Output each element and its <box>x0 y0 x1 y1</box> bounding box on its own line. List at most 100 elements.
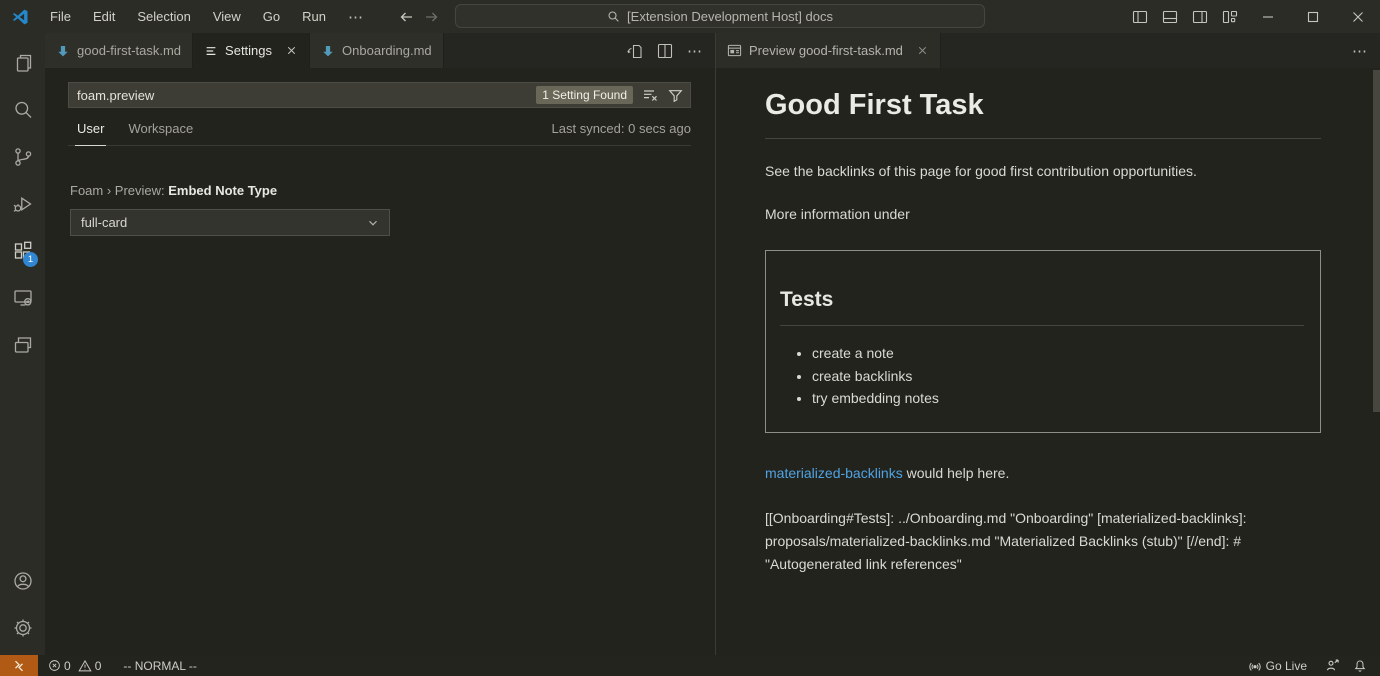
preview-scrollbar[interactable] <box>1373 70 1380 412</box>
broadcast-icon <box>1248 659 1262 673</box>
menu-more-icon[interactable]: ⋯ <box>337 3 375 31</box>
dropdown-value: full-card <box>81 215 127 230</box>
tab-label: Settings <box>225 43 272 58</box>
markdown-preview-pane: Good First Task See the backlinks of thi… <box>716 68 1380 655</box>
filter-funnel-icon[interactable] <box>668 88 683 103</box>
preview-paragraph: See the backlinks of this page for good … <box>765 161 1321 182</box>
activity-bar: 1 <box>0 33 45 655</box>
error-icon <box>48 659 61 672</box>
markdown-preview-icon <box>727 43 742 58</box>
split-editor-icon[interactable] <box>657 43 673 59</box>
settings-search-box: 1 Setting Found <box>68 82 691 108</box>
history-nav <box>398 0 440 33</box>
left-tab-bar: good-first-task.md Settings Onboarding. <box>45 33 715 68</box>
live-share-icon[interactable] <box>1325 658 1340 673</box>
run-debug-icon[interactable] <box>0 180 45 227</box>
customize-layout-icon[interactable] <box>1215 0 1245 33</box>
status-bar-right: Go Live <box>1243 655 1380 676</box>
settings-result-count-badge: 1 Setting Found <box>536 86 633 104</box>
tab-label: Preview good-first-task.md <box>749 43 903 58</box>
link-suffix-text: would help here. <box>903 465 1010 481</box>
list-item: create a note <box>812 342 1304 365</box>
warning-icon <box>78 659 92 673</box>
setting-name: Embed Note Type <box>168 183 277 198</box>
go-live-label: Go Live <box>1266 659 1307 673</box>
settings-search-actions <box>642 87 683 103</box>
remote-explorer-icon[interactable] <box>0 274 45 321</box>
search-sidebar-icon[interactable] <box>0 86 45 133</box>
tab-label: good-first-task.md <box>77 43 181 58</box>
titlebar-controls <box>1125 0 1380 33</box>
tab-label: Onboarding.md <box>342 43 432 58</box>
command-center-search[interactable]: [Extension Development Host] docs <box>455 4 985 28</box>
extensions-icon[interactable]: 1 <box>0 227 45 274</box>
menu-run[interactable]: Run <box>291 4 337 29</box>
tab-good-first-task[interactable]: good-first-task.md <box>45 33 193 68</box>
preview-title: Good First Task <box>765 84 1321 139</box>
workbench: 1 good-first-task <box>0 33 1380 655</box>
vscode-logo-icon <box>11 8 29 26</box>
toggle-sidebar-icon[interactable] <box>1125 0 1155 33</box>
warning-count: 0 <box>95 659 102 673</box>
tab-preview-good-first-task[interactable]: Preview good-first-task.md <box>716 33 941 68</box>
explorer-icon[interactable] <box>0 39 45 86</box>
back-arrow-icon[interactable] <box>398 9 414 25</box>
scope-tab-user[interactable]: User <box>75 121 106 146</box>
close-tab-icon[interactable] <box>285 44 298 57</box>
left-editor-actions: ⋯ <box>627 33 715 68</box>
source-control-icon[interactable] <box>0 133 45 180</box>
settings-search-input[interactable] <box>77 88 536 103</box>
editor-group-left: good-first-task.md Settings Onboarding. <box>45 33 716 655</box>
notifications-bell-icon[interactable] <box>1353 659 1367 673</box>
chevron-down-icon <box>366 216 380 230</box>
materialized-backlinks-link[interactable]: materialized-backlinks <box>765 465 903 481</box>
accounts-icon[interactable] <box>0 557 45 604</box>
tab-settings[interactable]: Settings <box>193 33 310 68</box>
title-bar: File Edit Selection View Go Run ⋯ [Exten… <box>0 0 1380 33</box>
status-bar: 0 0 -- NORMAL -- Go Live <box>0 655 1380 676</box>
settings-editor: 1 Setting Found User Workspace Last sync… <box>45 68 715 236</box>
settings-gear-icon[interactable] <box>0 604 45 651</box>
forward-arrow-icon[interactable] <box>424 9 440 25</box>
right-tab-bar: Preview good-first-task.md ⋯ <box>716 33 1380 68</box>
list-item: try embedding notes <box>812 387 1304 410</box>
settings-editor-icon <box>204 44 218 58</box>
embedded-note-card: Tests create a note create backlinks try… <box>765 250 1321 433</box>
markdown-file-icon <box>321 44 335 58</box>
close-tab-icon[interactable] <box>916 44 929 57</box>
link-references-text: [[Onboarding#Tests]: ../Onboarding.md "O… <box>765 507 1321 576</box>
remote-indicator[interactable] <box>0 655 38 676</box>
embed-title: Tests <box>780 284 1304 327</box>
menu-view[interactable]: View <box>202 4 252 29</box>
menu-selection[interactable]: Selection <box>126 4 201 29</box>
error-count: 0 <box>64 659 71 673</box>
extensions-badge: 1 <box>23 252 38 267</box>
list-item: create backlinks <box>812 365 1304 388</box>
search-icon <box>607 10 620 23</box>
toggle-secondary-sidebar-icon[interactable] <box>1185 0 1215 33</box>
toggle-panel-icon[interactable] <box>1155 0 1185 33</box>
windows-stack-icon[interactable] <box>0 321 45 368</box>
vscode-window: File Edit Selection View Go Run ⋯ [Exten… <box>0 0 1380 676</box>
maximize-button[interactable] <box>1290 0 1335 33</box>
clear-search-filters-icon[interactable] <box>642 87 658 103</box>
problems-status[interactable]: 0 0 <box>43 655 106 676</box>
more-actions-icon[interactable]: ⋯ <box>1352 42 1368 60</box>
menu-go[interactable]: Go <box>252 4 291 29</box>
menu-file[interactable]: File <box>39 4 82 29</box>
preview-paragraph: materialized-backlinks would help here. <box>765 463 1321 484</box>
scope-tab-workspace[interactable]: Workspace <box>126 121 195 145</box>
tab-onboarding[interactable]: Onboarding.md <box>310 33 444 68</box>
vim-mode-indicator[interactable]: -- NORMAL -- <box>118 655 202 676</box>
embed-note-type-dropdown[interactable]: full-card <box>70 209 390 236</box>
last-synced-status: Last synced: 0 secs ago <box>552 121 691 145</box>
markdown-file-icon <box>56 44 70 58</box>
open-settings-json-icon[interactable] <box>627 43 643 59</box>
minimize-button[interactable] <box>1245 0 1290 33</box>
more-actions-icon[interactable]: ⋯ <box>687 42 703 60</box>
command-center-text: [Extension Development Host] docs <box>627 9 833 24</box>
close-window-button[interactable] <box>1335 0 1380 33</box>
menu-edit[interactable]: Edit <box>82 4 126 29</box>
setting-breadcrumb: Foam › Preview: <box>70 183 168 198</box>
go-live-button[interactable]: Go Live <box>1243 655 1312 676</box>
